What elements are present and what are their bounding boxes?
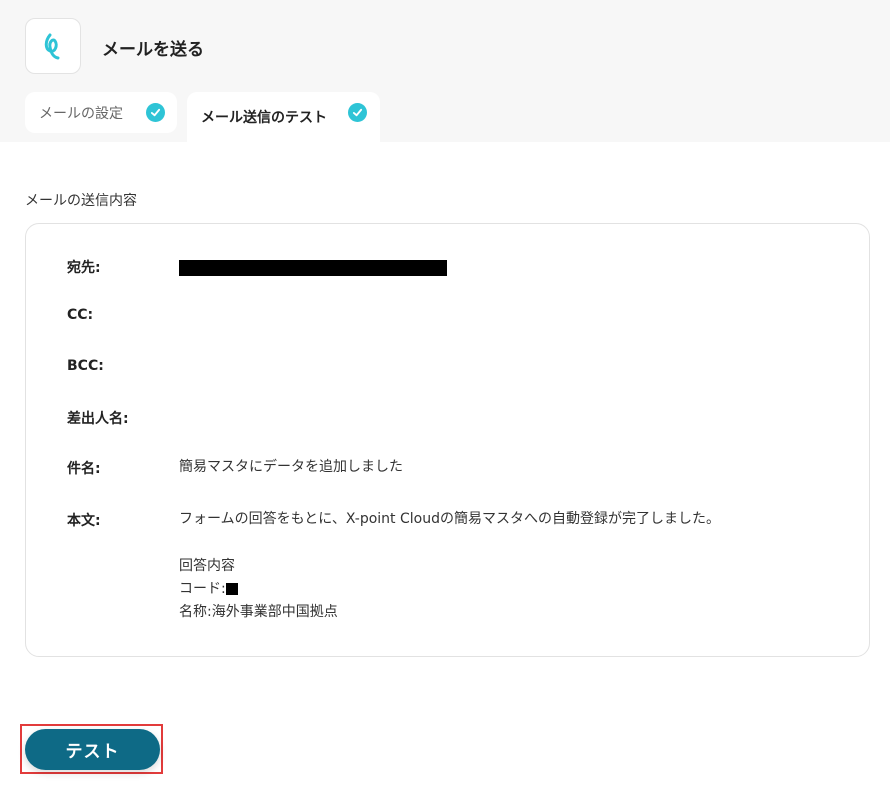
tab-mail-settings[interactable]: メールの設定 <box>25 92 177 133</box>
section-label: メールの送信内容 <box>25 193 137 209</box>
yoom-logo-icon <box>44 33 60 60</box>
subject-label: 件名: <box>67 461 101 477</box>
redacted-block <box>179 260 447 276</box>
body-line: 回答内容 <box>179 558 235 574</box>
tab-label: メール送信のテスト <box>201 110 327 126</box>
redacted-block <box>225 583 238 595</box>
bcc-label: BCC: <box>67 358 104 374</box>
subject-value: 簡易マスタにデータを追加しました <box>179 459 403 475</box>
to-label: 宛先: <box>67 260 101 276</box>
body-line-code: コード: <box>179 578 720 601</box>
check-circle-icon <box>146 103 165 122</box>
to-value <box>179 257 447 280</box>
tab-mail-send-test[interactable]: メール送信のテスト <box>187 92 380 142</box>
cc-label: CC: <box>67 307 94 323</box>
test-button[interactable]: テスト <box>25 729 160 770</box>
body-text: フォームの回答をもとに、X-point Cloudの簡易マスタへの自動登録が完了… <box>179 508 720 624</box>
body-line: フォームの回答をもとに、X-point Cloudの簡易マスタへの自動登録が完了… <box>179 511 720 527</box>
header-area: メールを送る メールの設定 メール送信のテスト <box>0 0 890 142</box>
sender-name-label: 差出人名: <box>67 411 129 427</box>
check-circle-icon <box>348 103 367 122</box>
body-label: 本文: <box>67 513 101 529</box>
page-title: メールを送る <box>102 40 204 60</box>
body-line: 名称:海外事業部中国拠点 <box>179 604 338 620</box>
tab-label: メールの設定 <box>39 105 123 122</box>
app-icon <box>25 18 81 74</box>
email-content-card: 宛先: CC: BCC: 差出人名: 件名: 簡易マスタにデータを追加しました … <box>25 223 870 657</box>
